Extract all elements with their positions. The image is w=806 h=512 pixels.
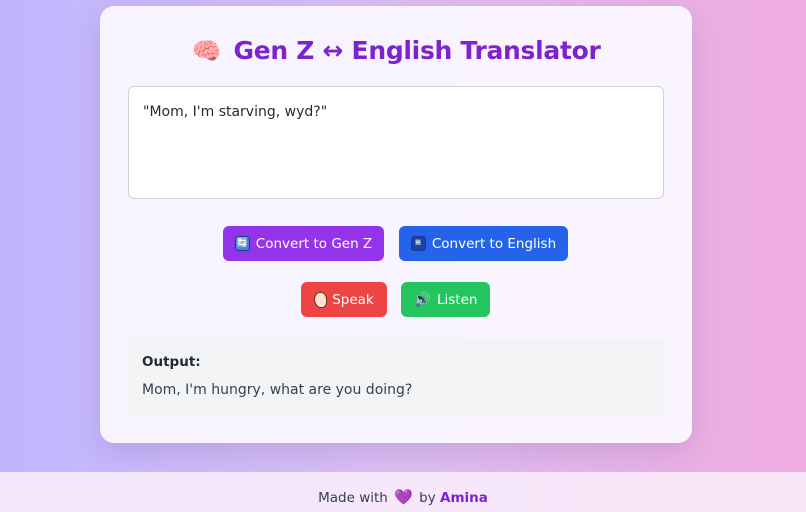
convert-to-english-button[interactable]: 🔤 Convert to English — [399, 226, 568, 261]
abc-icon: 🔤 — [410, 236, 426, 251]
convert-to-english-label: Convert to English — [431, 235, 557, 252]
refresh-icon: 🔄 — [234, 236, 250, 251]
translation-input[interactable] — [128, 86, 664, 199]
translator-card: 🧠 Gen Z ↔ English Translator 🔄 Convert t… — [100, 6, 692, 443]
listen-label: Listen — [436, 291, 478, 308]
footer-prefix: Made with — [318, 490, 388, 506]
speak-button[interactable]: Speak — [301, 282, 387, 317]
output-panel: Output: Mom, I'm hungry, what are you do… — [128, 338, 664, 415]
page-title: 🧠 Gen Z ↔ English Translator — [100, 36, 692, 65]
footer-by: by — [419, 490, 436, 506]
listen-button[interactable]: 🔊 Listen — [401, 282, 490, 317]
ear-icon — [314, 291, 328, 308]
convert-to-genz-button[interactable]: 🔄 Convert to Gen Z — [223, 226, 384, 261]
convert-to-genz-label: Convert to Gen Z — [255, 235, 373, 252]
speaker-icon: 🔊 — [413, 291, 431, 308]
brain-icon: 🧠 — [191, 37, 222, 65]
footer-author: Amina — [440, 490, 488, 506]
speak-label: Speak — [332, 291, 374, 308]
output-label: Output: — [142, 354, 201, 370]
page-title-text: Gen Z ↔ English Translator — [233, 36, 601, 65]
output-text: Mom, I'm hungry, what are you doing? — [142, 382, 413, 398]
heart-icon: 💜 — [394, 488, 413, 506]
footer: Made with 💜 by Amina — [0, 472, 806, 512]
